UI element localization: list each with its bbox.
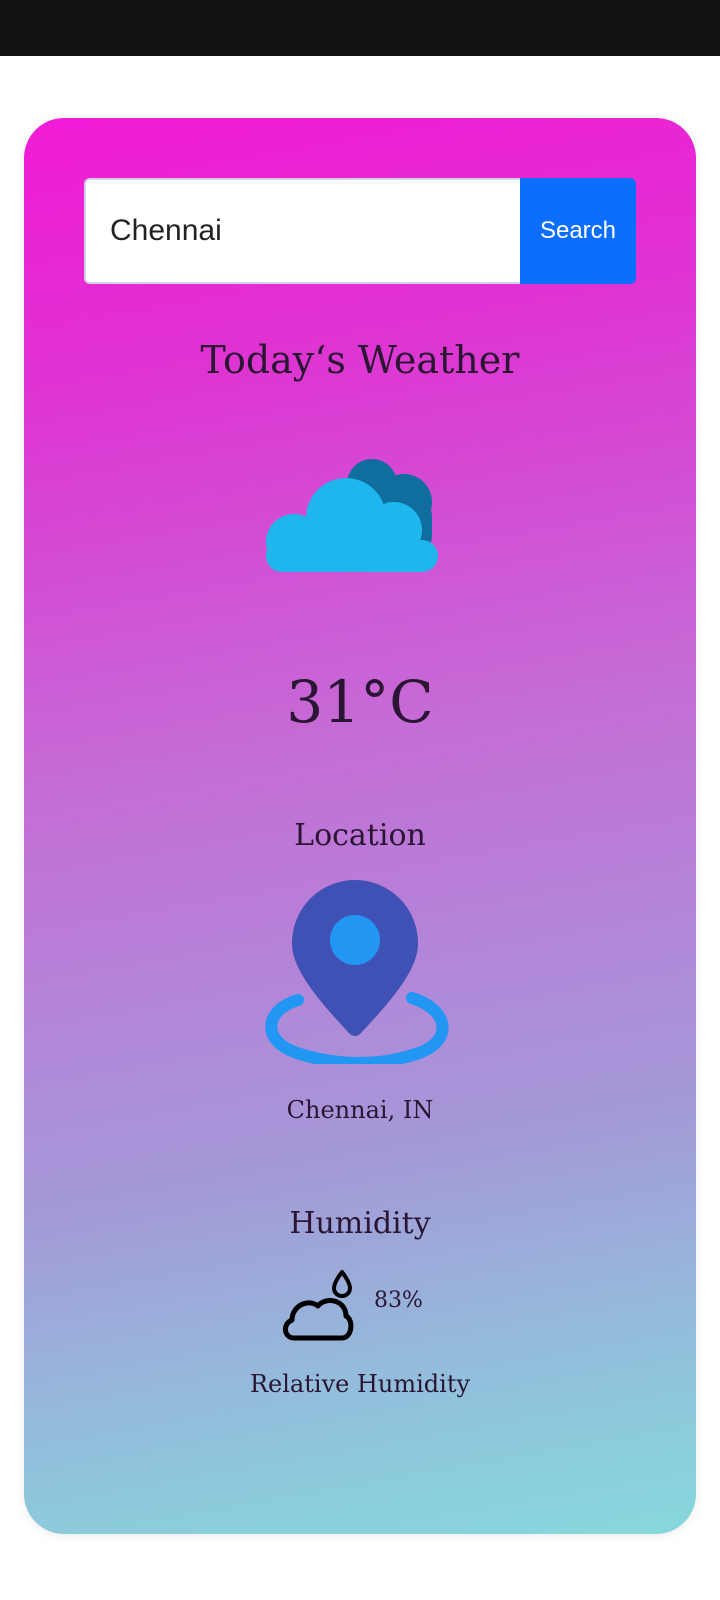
temperature-value: 31°C [286,668,434,736]
location-title: Location [294,818,426,853]
location-pin-icon [265,880,449,1064]
humidity-value: 83% [374,1288,423,1313]
humidity-row: 83% [24,1268,696,1350]
humidity-cloud-drop-icon [283,1270,354,1341]
humidity-title: Humidity [289,1206,431,1241]
status-bar [0,0,720,56]
city-search-input[interactable] [84,178,520,284]
weather-card: Search Today‘s Weather 31°C Location Che… [24,118,696,1534]
search-button[interactable]: Search [520,178,636,284]
cloud-icon [266,459,438,572]
search-bar: Search [84,178,636,284]
weather-title: Today‘s Weather [200,338,520,382]
location-name: Chennai, IN [286,1096,434,1124]
humidity-label: Relative Humidity [249,1370,471,1398]
